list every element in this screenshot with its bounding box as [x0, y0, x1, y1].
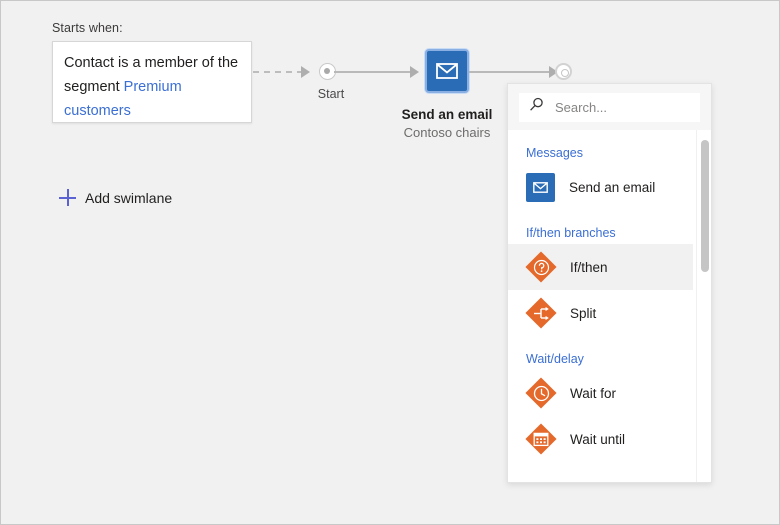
search-placeholder: Search...: [555, 100, 607, 115]
search-icon: [529, 97, 544, 117]
email-node[interactable]: [425, 49, 469, 93]
question-mark-icon: [526, 252, 556, 282]
end-node[interactable]: [555, 63, 572, 80]
list-item-label: If/then: [570, 260, 608, 275]
vertical-scrollbar[interactable]: [696, 130, 711, 482]
envelope-icon: [526, 173, 555, 202]
trigger-card-text: Contact is a member of the segment Premi…: [64, 51, 244, 123]
automation-canvas-page: Starts when: Contact is a member of the …: [0, 0, 780, 525]
list-item[interactable]: Wait until: [508, 416, 693, 462]
search-input[interactable]: Search...: [519, 93, 700, 122]
list-item-label: Wait until: [570, 432, 625, 447]
scrollbar-thumb[interactable]: [701, 140, 709, 272]
section-header: Messages: [508, 130, 693, 164]
section-header: If/then branches: [508, 210, 693, 244]
list-item-label: Split: [570, 306, 596, 321]
calendar-icon: [526, 424, 556, 454]
step-type-list[interactable]: Messages Send an email If/then branches If/…: [508, 130, 711, 482]
connector-dashed-trigger-to-start: [253, 71, 301, 73]
add-step-panel[interactable]: Search... Messages Send an email If/then b…: [507, 83, 712, 483]
add-swimlane-button[interactable]: Add swimlane: [59, 189, 172, 206]
connector-email-to-end: [469, 71, 551, 73]
list-item[interactable]: Wait for: [508, 370, 693, 416]
email-node-subtitle: Contoso chairs: [377, 125, 517, 140]
connector-start-to-email: [334, 71, 412, 73]
add-swimlane-label: Add swimlane: [85, 190, 172, 206]
list-item[interactable]: Split: [508, 290, 693, 336]
list-item-label: Wait for: [570, 386, 616, 401]
panel-search-area: Search...: [508, 84, 711, 130]
arrowhead-to-email: [410, 66, 419, 78]
list-item-label: Send an email: [569, 180, 655, 195]
trigger-card[interactable]: Contact is a member of the segment Premi…: [52, 41, 252, 123]
clock-icon: [526, 378, 556, 408]
starts-when-label: Starts when:: [52, 21, 123, 35]
arrowhead-to-start: [301, 66, 310, 78]
envelope-icon: [436, 63, 458, 79]
list-item[interactable]: Send an email: [508, 164, 693, 210]
start-node-label: Start: [311, 87, 351, 101]
plus-icon: [59, 189, 76, 206]
split-branch-icon: [526, 298, 556, 328]
email-node-title: Send an email: [377, 107, 517, 122]
section-header: Wait/delay: [508, 336, 693, 370]
list-item[interactable]: If/then: [508, 244, 693, 290]
